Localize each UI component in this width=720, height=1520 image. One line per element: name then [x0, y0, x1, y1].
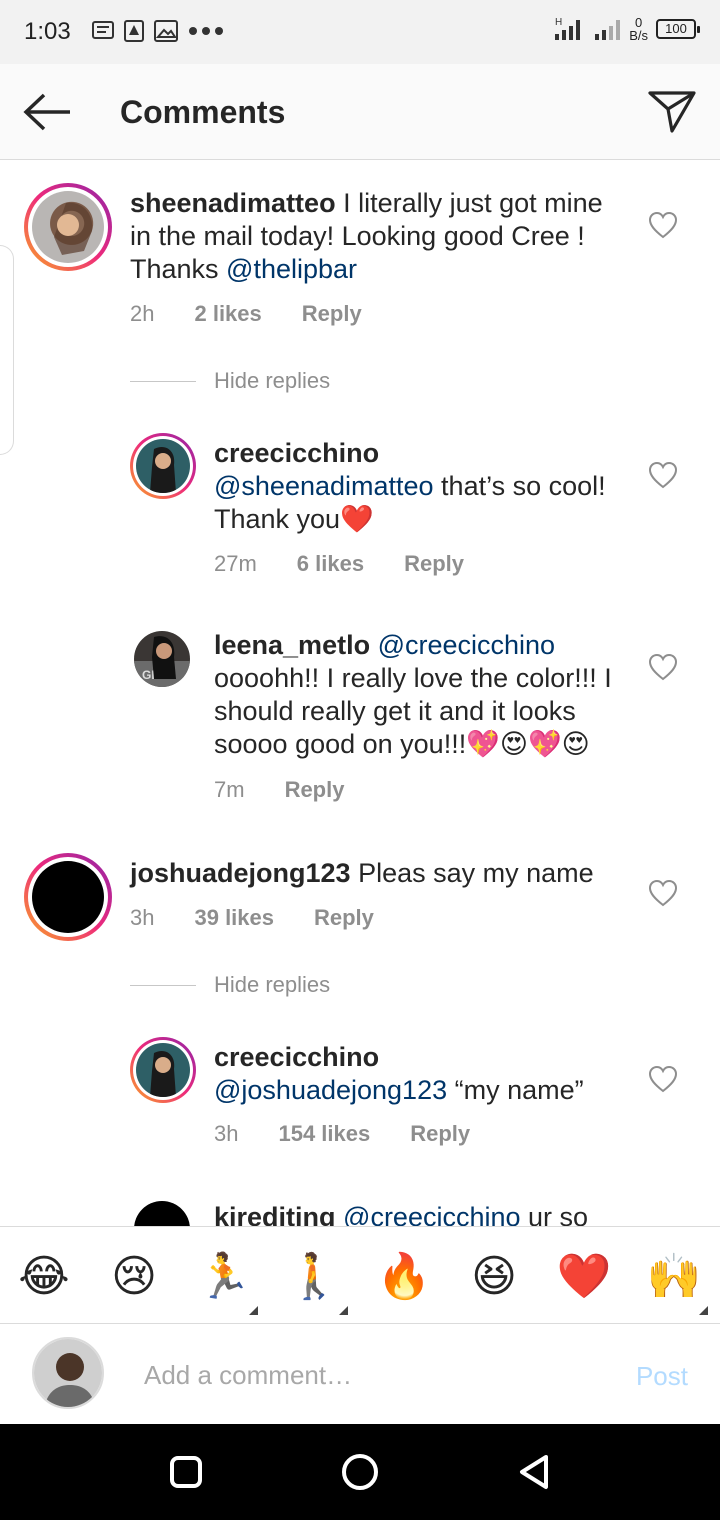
comment-time: 7m — [214, 777, 245, 802]
comment-text: kirediting @creecicchino ur so — [214, 1201, 634, 1226]
message-icon — [92, 21, 114, 39]
comment-mention[interactable]: @creecicchino — [343, 1202, 520, 1226]
comment-likes[interactable]: 154 likes — [278, 1121, 370, 1147]
triangle-back-icon — [520, 1455, 548, 1489]
comment-meta: 27m 6 likes Reply — [214, 551, 504, 577]
comment-meta: 3h 154 likes Reply — [214, 1121, 510, 1147]
comment-username[interactable]: leena_metlo — [214, 630, 370, 660]
comment-username[interactable]: joshuadejong123 — [130, 858, 351, 888]
comment-mention[interactable]: @joshuadejong123 — [214, 1075, 447, 1105]
share-button[interactable] — [646, 88, 698, 136]
comment-username[interactable]: sheenadimatteo — [130, 188, 336, 218]
side-tab — [0, 245, 14, 455]
square-icon — [170, 1456, 202, 1488]
avatar[interactable] — [24, 183, 112, 271]
avatar[interactable] — [134, 1201, 190, 1226]
signal-icon: H — [555, 17, 581, 40]
user-avatar — [32, 1337, 104, 1409]
comment-text: sheenadimatteo I literally just got mine… — [130, 188, 603, 284]
comment-composer: Post — [0, 1325, 720, 1424]
notification-icons — [92, 20, 224, 42]
avatar[interactable] — [130, 433, 196, 499]
back-button[interactable] — [20, 88, 76, 136]
page-title: Comments — [120, 94, 286, 130]
comment-username[interactable]: creecicchino — [214, 1042, 379, 1072]
net-speed: 0 B/s — [629, 15, 648, 43]
system-icons: H 0 B/s 100 — [553, 15, 700, 43]
battery-icon: 100 — [656, 19, 700, 39]
like-heart-icon[interactable] — [648, 879, 678, 907]
arrow-left-icon — [23, 93, 70, 131]
warning-icon — [124, 20, 144, 42]
comment-time: 3h — [214, 1121, 239, 1146]
avatar[interactable] — [24, 853, 112, 941]
circle-icon — [342, 1454, 378, 1490]
post-button[interactable]: Post — [636, 1361, 688, 1392]
more-dots-icon — [189, 27, 223, 35]
emoji-button[interactable]: 😢 — [106, 1249, 162, 1305]
comment-text: leena_metlo @creecicchino oooohh!! I real… — [214, 630, 612, 759]
status-bar: 1:03 H 0 B/s 100 — [0, 0, 720, 64]
like-heart-icon[interactable] — [648, 461, 678, 489]
signal-icon-2 — [595, 20, 621, 40]
recents-button[interactable] — [162, 1448, 210, 1496]
emoji-button[interactable]: 🔥 — [376, 1249, 432, 1305]
comment-input[interactable] — [144, 1355, 584, 1395]
paper-plane-icon — [648, 91, 696, 133]
comment-text: joshuadejong123 Pleas say my name — [130, 858, 594, 888]
home-button[interactable] — [336, 1448, 384, 1496]
image-icon — [154, 20, 178, 42]
reply-button[interactable]: Reply — [404, 551, 464, 577]
emoji-button[interactable]: 😆 — [466, 1249, 522, 1305]
back-nav-button[interactable] — [510, 1448, 558, 1496]
like-heart-icon[interactable] — [648, 1065, 678, 1093]
system-nav-bar — [0, 1424, 720, 1520]
comment-mention[interactable]: @thelipbar — [226, 254, 357, 284]
reply-button[interactable]: Reply — [302, 301, 362, 327]
emoji-button[interactable]: 🏃 — [196, 1249, 258, 1315]
emoji-bar: 😂 😢 🏃 🚶 🔥 😆 ❤️ 🙌 — [0, 1226, 720, 1324]
reply-button[interactable]: Reply — [285, 777, 345, 803]
reply-button[interactable]: Reply — [314, 905, 374, 931]
avatar[interactable] — [130, 1037, 196, 1103]
comment-meta: 2h 2 likes Reply — [130, 301, 402, 327]
emoji-button[interactable]: 🚶 — [286, 1249, 348, 1315]
comments-list[interactable]: sheenadimatteo I literally just got mine… — [0, 161, 720, 1226]
comment-text: creecicchino @joshuadejong123 “my name” — [214, 1042, 584, 1105]
comment-mention[interactable]: @sheenadimatteo — [214, 471, 434, 501]
emoji-button[interactable]: ❤️ — [556, 1249, 612, 1305]
status-time: 1:03 — [24, 18, 71, 45]
comment-likes[interactable]: 6 likes — [297, 551, 364, 577]
comment-text: creecicchino @sheenadimatteo that’s so co… — [214, 438, 606, 534]
svg-text:H: H — [555, 17, 562, 28]
comment-likes[interactable]: 39 likes — [194, 905, 274, 931]
comment-time: 2h — [130, 301, 155, 326]
comment-time: 3h — [130, 905, 155, 930]
comment-username[interactable]: kirediting — [214, 1202, 336, 1226]
comment-username[interactable]: creecicchino — [214, 438, 379, 468]
emoji-button[interactable]: 🙌 — [646, 1249, 708, 1315]
comment-meta: 3h 39 likes Reply — [130, 905, 414, 931]
reply-button[interactable]: Reply — [410, 1121, 470, 1147]
like-heart-icon[interactable] — [648, 211, 678, 239]
comment-meta: 7m Reply — [214, 777, 384, 803]
hide-replies-button[interactable]: Hide replies — [130, 972, 330, 998]
hide-replies-button[interactable]: Hide replies — [130, 368, 330, 394]
like-heart-icon[interactable] — [648, 653, 678, 681]
comment-likes[interactable]: 2 likes — [194, 301, 261, 327]
avatar[interactable]: GR — [134, 631, 190, 687]
comment-time: 27m — [214, 551, 257, 576]
comment-mention[interactable]: @creecicchino — [378, 630, 555, 660]
header: Comments — [0, 64, 720, 160]
emoji-button[interactable]: 😂 — [16, 1249, 72, 1305]
